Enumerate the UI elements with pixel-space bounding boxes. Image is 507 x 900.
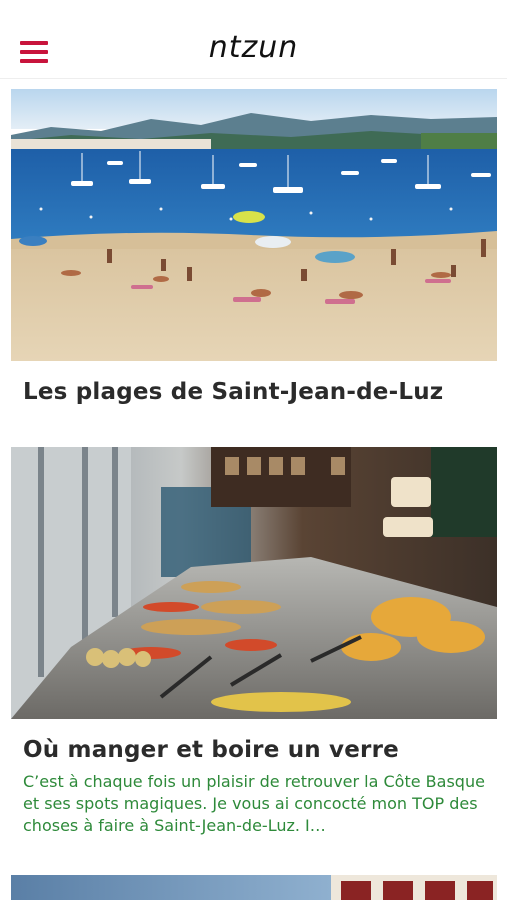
article-excerpt: C’est à chaque fois un plaisir de retrou…: [23, 772, 485, 835]
app-logo[interactable]: ntzun: [0, 30, 507, 65]
app-screen: ntzun Les plages de Saint-Jean-de-Luz Où…: [0, 0, 507, 900]
street-building-photo[interactable]: [11, 875, 497, 900]
article-card[interactable]: Où manger et boire un verre C’est à chaq…: [11, 447, 497, 847]
article-title[interactable]: Où manger et boire un verre: [23, 737, 493, 763]
article-card[interactable]: Les plages de Saint-Jean-de-Luz: [11, 89, 497, 429]
article-card[interactable]: [11, 875, 497, 900]
app-header: ntzun: [0, 0, 507, 79]
beach-photo[interactable]: [11, 89, 497, 361]
market-food-photo[interactable]: [11, 447, 497, 719]
article-title[interactable]: Les plages de Saint-Jean-de-Luz: [23, 379, 493, 405]
